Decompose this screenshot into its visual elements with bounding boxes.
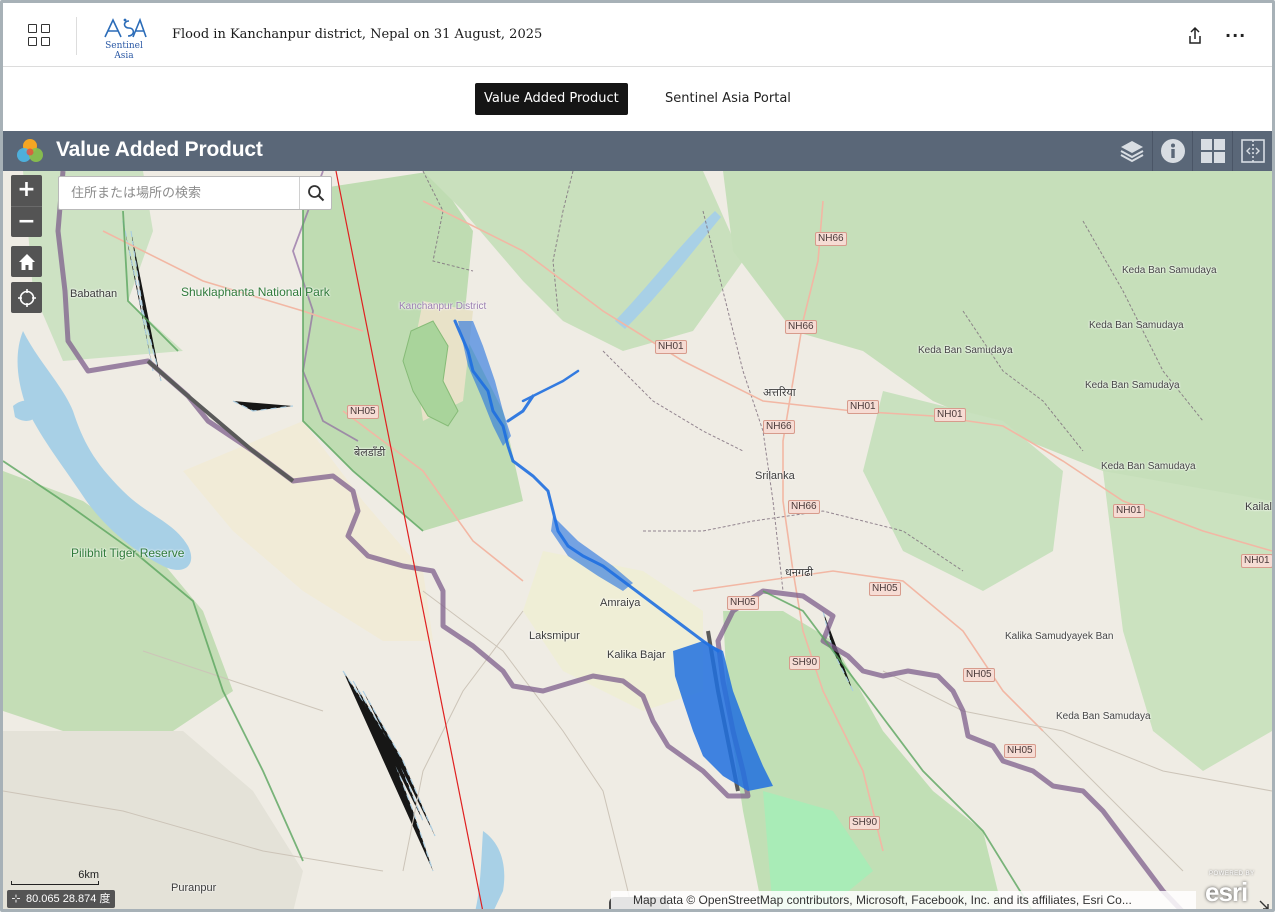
crosshair-icon: ⊹ [11,893,21,905]
map-label-dhangadhi: धनगढी [785,567,814,579]
zoom-in-button[interactable]: + [11,175,42,206]
map-label-babathan: Babathan [70,288,118,300]
app-title: Value Added Product [56,138,263,161]
road-shield-nh05: NH05 [963,668,995,682]
road-shield-nh01: NH01 [655,340,687,354]
search-input[interactable] [59,177,299,209]
story-title: Flood in Kanchanpur district, Nepal on 3… [172,27,543,42]
road-shield-nh05: NH05 [869,582,901,596]
locate-button[interactable] [11,282,42,313]
map-label-keda-5: Keda Ban Samudaya [1101,461,1196,472]
map-label-srilanka: Srilanka [755,470,795,482]
map-label-atariya: अत्तरिया [763,387,796,399]
map-view[interactable]: Babathan Shuklaphanta National Park Kanc… [3,171,1272,909]
story-header: Sentinel Asia Flood in Kanchanpur distri… [3,3,1272,67]
coordinate-readout[interactable]: ⊹ 80.065 28.874 度 [7,890,116,908]
esri-wordmark: esri [1205,877,1248,907]
road-shield-nh66: NH66 [788,500,820,514]
map-label-keda-3: Keda Ban Samudaya [918,345,1013,356]
map-label-laksmipur: Laksmipur [529,630,580,642]
map-label-beldandi: बेलडाँडी [354,447,386,459]
road-shield-nh01: NH01 [1113,504,1145,518]
road-shield-nh66: NH66 [763,420,795,434]
road-shield-nh01: NH01 [1241,554,1272,568]
map-attribution[interactable]: Map data © OpenStreetMap contributors, M… [611,891,1196,909]
resize-handle-icon[interactable] [1258,896,1270,909]
basemap-gallery-icon[interactable] [1192,131,1232,171]
scale-bar: 6km [11,869,101,887]
road-shield-nh01: NH01 [847,400,879,414]
story-nav: Value Added Product Sentinel Asia Portal [3,68,1272,130]
app-logo-icon [17,139,43,162]
map-label-amraiya: Amraiya [600,597,641,609]
zoom-out-button[interactable]: − [11,206,42,237]
road-shield-nh05: NH05 [1004,744,1036,758]
search-button[interactable] [299,177,331,209]
app-header: Value Added Product [3,131,1272,171]
road-shield-nh05: NH05 [347,405,379,419]
map-label-kanchanpur-district: Kanchanpur District [399,301,487,312]
map-label-pilibhit: Pilibhit Tiger Reserve [71,546,185,560]
story-frame: Sentinel Asia Flood in Kanchanpur distri… [0,0,1275,912]
tab-value-added-product[interactable]: Value Added Product [475,83,628,115]
split-panel-icon[interactable] [1232,131,1272,171]
esri-logo: POWERED BY esri [1203,871,1263,909]
apps-grid-icon[interactable] [27,23,51,47]
search-widget [58,176,332,210]
info-icon[interactable] [1152,131,1192,171]
coordinate-text: 80.065 28.874 度 [26,893,111,905]
home-icon [18,253,35,270]
road-shield-sh90: SH90 [789,656,821,670]
more-icon[interactable]: ··· [1225,25,1249,47]
map-label-kailali: Kailali [1245,501,1272,513]
home-button[interactable] [11,246,42,277]
logo-text: Sentinel Asia [105,41,143,61]
map-label-keda-4: Keda Ban Samudaya [1085,380,1180,391]
search-icon [307,185,324,202]
map-label-shuklaphanta: Shuklaphanta National Park [181,285,330,299]
scale-bar-label: 6km [78,869,99,881]
locate-icon [17,288,36,307]
map-label-keda-1: Keda Ban Samudaya [1122,265,1217,276]
road-shield-nh66: NH66 [785,320,817,334]
zoom-control: + − [11,175,42,237]
map-label-kalika-samudayek: Kalika Samudyayek Ban [1005,631,1114,642]
road-shield-nh01: NH01 [934,408,966,422]
map-label-keda-6: Keda Ban Samudaya [1056,711,1151,722]
share-icon[interactable] [1185,25,1205,47]
road-shield-nh05: NH05 [727,596,759,610]
map-label-puranpur: Puranpur [171,882,217,894]
header-divider [76,17,77,55]
basemap [3,171,1272,909]
map-label-keda-2: Keda Ban Samudaya [1089,320,1184,331]
map-app: Value Added Product Babathan Shuklaphant… [3,131,1272,909]
map-label-kalika-bajar: Kalika Bajar [607,649,666,661]
road-shield-nh66: NH66 [815,232,847,246]
layers-icon[interactable] [1112,131,1152,171]
sentinel-asia-logo-glyph [104,17,147,38]
road-shield-sh90: SH90 [849,816,881,830]
tab-sentinel-asia-portal[interactable]: Sentinel Asia Portal [656,83,800,115]
sentinel-asia-logo[interactable]: Sentinel Asia [95,17,153,61]
